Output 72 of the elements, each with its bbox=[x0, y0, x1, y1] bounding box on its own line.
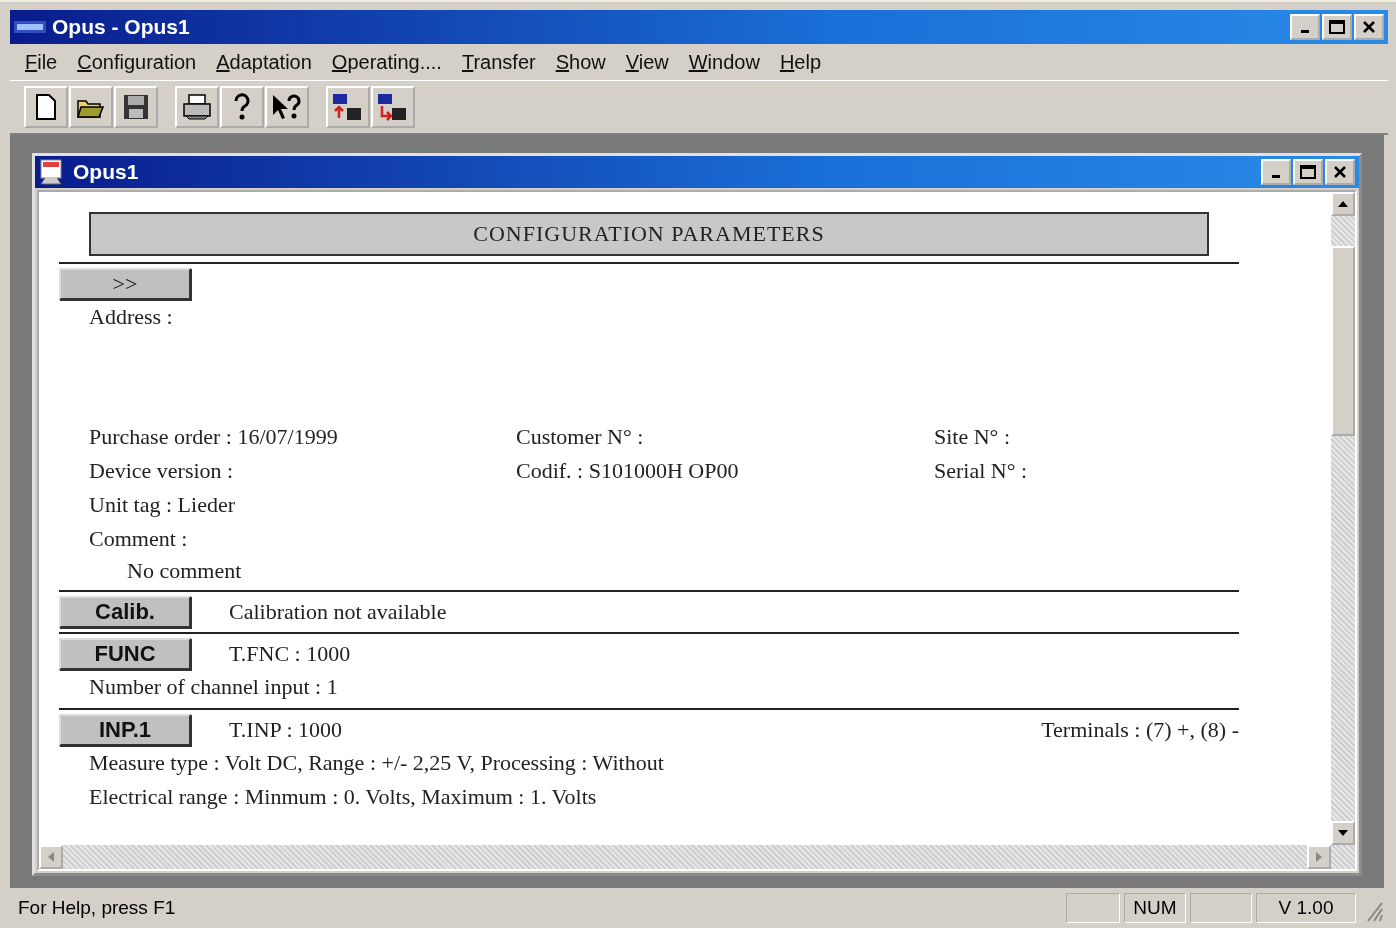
document-title: Opus1 bbox=[73, 160, 140, 184]
maximize-icon bbox=[1300, 165, 1316, 179]
menu-item[interactable]: Help bbox=[770, 50, 833, 74]
status-pane bbox=[1066, 893, 1120, 923]
summary-text: T.FNC : 1000 bbox=[229, 641, 351, 667]
maximize-button[interactable] bbox=[1293, 159, 1323, 185]
field-text: Unit tag : Lieder bbox=[89, 491, 236, 519]
menu-item[interactable]: Show bbox=[546, 50, 617, 74]
scroll-up-button[interactable] bbox=[1331, 192, 1355, 216]
field-text: Serial N° : bbox=[934, 457, 1029, 485]
comment-text: No comment bbox=[126, 557, 243, 585]
horizontal-scrollbar[interactable] bbox=[39, 845, 1355, 869]
printer-icon bbox=[182, 94, 212, 120]
scroll-left-button[interactable] bbox=[39, 845, 63, 869]
status-pane: NUM bbox=[1124, 893, 1186, 923]
status-pane bbox=[1190, 893, 1252, 923]
vertical-scrollbar[interactable] bbox=[1331, 192, 1355, 845]
maximize-button[interactable] bbox=[1322, 14, 1352, 40]
close-icon bbox=[1333, 165, 1347, 179]
field-text: Device version : bbox=[89, 457, 235, 485]
minimize-icon bbox=[1272, 175, 1280, 178]
minimize-button[interactable] bbox=[1290, 14, 1320, 40]
app-logo-icon bbox=[14, 19, 46, 35]
status-text: For Help, press F1 bbox=[17, 897, 177, 919]
address-label: Address : bbox=[88, 303, 174, 331]
toolbar-button[interactable] bbox=[265, 86, 309, 128]
menu-item[interactable]: Transfer bbox=[452, 50, 547, 74]
field-text: Comment : bbox=[89, 525, 189, 553]
menu-item[interactable]: Adaptation bbox=[207, 50, 323, 74]
menu-item[interactable]: Window bbox=[679, 50, 771, 74]
detail-text: Number of channel input : 1 bbox=[88, 673, 339, 701]
section-button[interactable]: FUNC bbox=[59, 638, 191, 670]
pointer-question-icon bbox=[271, 93, 303, 121]
toolbar-button[interactable] bbox=[220, 86, 264, 128]
minimize-icon bbox=[1301, 30, 1309, 33]
summary-text: Calibration not available bbox=[229, 599, 447, 625]
field-text: Purchase order : 16/07/1999 bbox=[89, 423, 339, 451]
scroll-down-button[interactable] bbox=[1331, 821, 1355, 845]
minimize-button[interactable] bbox=[1261, 159, 1291, 185]
field-text: Site N° : bbox=[934, 423, 1012, 451]
close-button[interactable] bbox=[1325, 159, 1355, 185]
detail-text: Electrical range : Minmum : 0. Volts, Maximum : 1. Volts bbox=[88, 783, 598, 811]
menu-item[interactable]: File bbox=[16, 50, 69, 74]
menu-item[interactable]: Operating.... bbox=[322, 50, 453, 74]
status-pane: V 1.00 bbox=[1256, 893, 1356, 923]
section-button[interactable]: INP.1 bbox=[59, 714, 191, 746]
toolbar-button[interactable] bbox=[326, 86, 370, 128]
section-button[interactable]: Calib. bbox=[59, 596, 191, 628]
toolbar-button[interactable] bbox=[371, 86, 415, 128]
menu-item[interactable]: Configuration bbox=[68, 50, 208, 74]
question-mark-icon bbox=[232, 93, 252, 121]
window-title: Opus - Opus1 bbox=[52, 15, 191, 39]
toolbar-button[interactable] bbox=[24, 86, 68, 128]
terminals-text: Terminals : (7) +, (8) - bbox=[1041, 717, 1239, 743]
new-document-icon bbox=[35, 94, 57, 120]
header-text: CONFIGURATION PARAMETERS bbox=[473, 221, 825, 247]
menu-item[interactable]: View bbox=[616, 50, 680, 74]
close-button[interactable] bbox=[1354, 14, 1384, 40]
toolbar-button[interactable] bbox=[175, 86, 219, 128]
close-icon bbox=[1362, 20, 1376, 34]
field-text: Customer N° : bbox=[516, 423, 645, 451]
right-arrow-icon bbox=[1316, 852, 1322, 862]
maximize-icon bbox=[1329, 20, 1345, 34]
toolbar-button[interactable] bbox=[69, 86, 113, 128]
down-arrow-icon bbox=[1338, 830, 1348, 836]
summary-text: T.INP : 1000 bbox=[229, 717, 343, 743]
up-arrow-icon bbox=[1338, 201, 1348, 207]
detail-text: Measure type : Volt DC, Range : +/- 2,25 V, Processing : Without bbox=[88, 749, 665, 777]
toolbar-button[interactable] bbox=[114, 86, 158, 128]
expand-button[interactable]: >> bbox=[59, 268, 191, 300]
field-text: Codif. : S101000H OP00 bbox=[516, 457, 740, 485]
left-arrow-icon bbox=[48, 852, 54, 862]
